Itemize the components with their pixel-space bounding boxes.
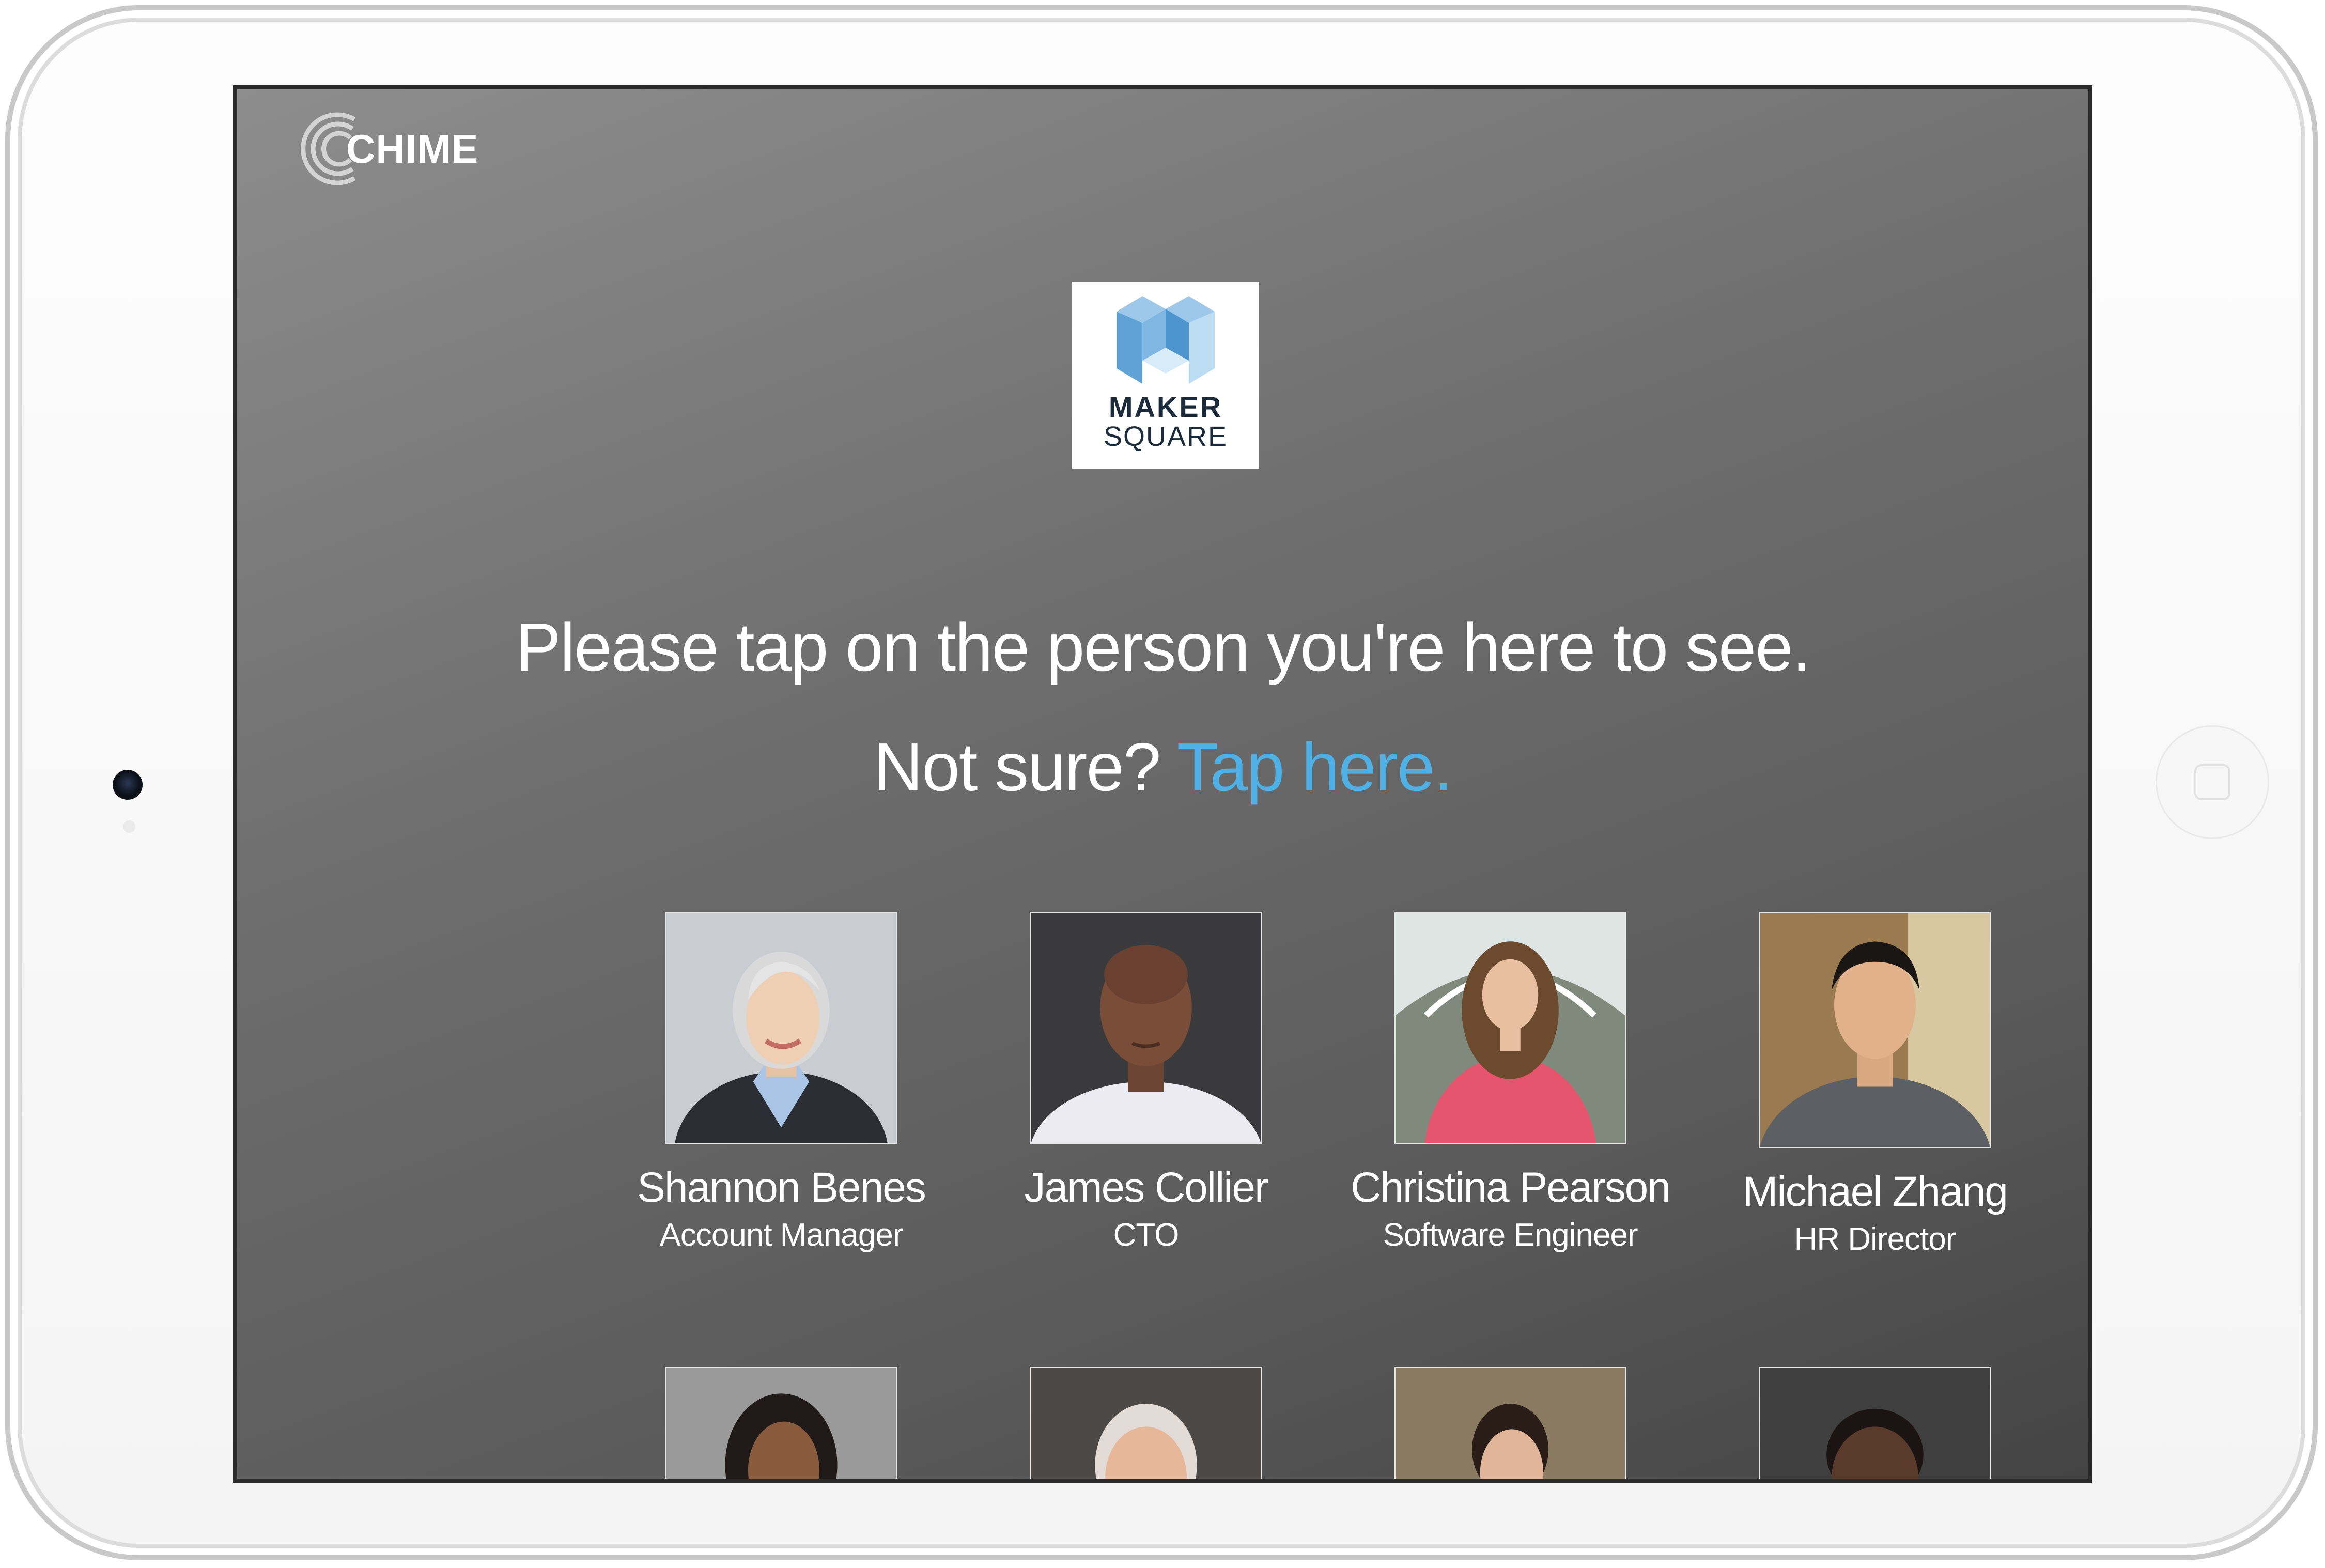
kiosk-screen: CHIME MAKER SQUARE Please tap on the per… — [233, 85, 2092, 1483]
person-name: Shannon Benes — [637, 1164, 926, 1211]
home-button-square-icon — [2194, 764, 2230, 800]
person-title: HR Director — [1794, 1221, 1957, 1257]
person-photo — [1030, 912, 1262, 1144]
person-photo — [1759, 1367, 1991, 1479]
person-card[interactable]: James Collier CTO — [986, 912, 1306, 1255]
avatar-woman-long-hair — [1396, 913, 1625, 1143]
company-name-bottom: SQUARE — [1103, 421, 1228, 452]
person-card[interactable]: Christina Pearson Software Engineer — [1350, 912, 1671, 1255]
avatar-man-bald — [1031, 913, 1261, 1143]
avatar-man-dark-hair — [1760, 913, 1990, 1147]
person-name: James Collier — [1024, 1164, 1269, 1211]
tap-here-link[interactable]: Tap here. — [1177, 729, 1453, 805]
person-title: CTO — [1113, 1217, 1180, 1253]
person-card[interactable] — [621, 1367, 941, 1479]
person-name: Christina Pearson — [1351, 1164, 1671, 1211]
person-title: Account Manager — [659, 1217, 904, 1253]
avatar-woman-silver-hair — [667, 913, 896, 1143]
front-camera — [113, 770, 143, 800]
not-sure-line: Not sure? Tap here. — [237, 726, 2088, 809]
person-photo — [665, 1367, 897, 1479]
ambient-sensor — [123, 820, 135, 833]
person-card[interactable] — [1715, 1367, 2035, 1479]
avatar-woman-smiling — [667, 1368, 896, 1479]
person-photo — [1759, 912, 1991, 1148]
company-name-top: MAKER — [1108, 391, 1223, 423]
person-title: Software Engineer — [1383, 1217, 1638, 1253]
person-photo — [1030, 1367, 1262, 1479]
chime-logo: CHIME — [297, 110, 478, 188]
maker-square-m-icon — [1117, 296, 1215, 384]
person-card[interactable]: Michael Zhang HR Director — [1715, 912, 2035, 1259]
home-button[interactable] — [2156, 725, 2269, 839]
person-card[interactable] — [986, 1367, 1306, 1479]
person-card[interactable] — [1350, 1367, 1670, 1479]
instruction-heading: Please tap on the person you're here to … — [515, 609, 1811, 685]
person-name: Michael Zhang — [1743, 1168, 2008, 1215]
person-photo — [1394, 912, 1626, 1144]
person-card[interactable]: Shannon Benes Account Manager — [621, 912, 941, 1255]
not-sure-text: Not sure? — [874, 729, 1161, 805]
avatar-woman-dark-hair — [1396, 1368, 1625, 1479]
avatar-man-short-hair — [1760, 1368, 1990, 1479]
chime-brand-text: CHIME — [346, 126, 479, 172]
person-photo — [665, 912, 897, 1144]
person-photo — [1394, 1367, 1626, 1479]
company-logo: MAKER SQUARE — [1072, 282, 1259, 469]
avatar-man-grey-hair — [1031, 1368, 1261, 1479]
